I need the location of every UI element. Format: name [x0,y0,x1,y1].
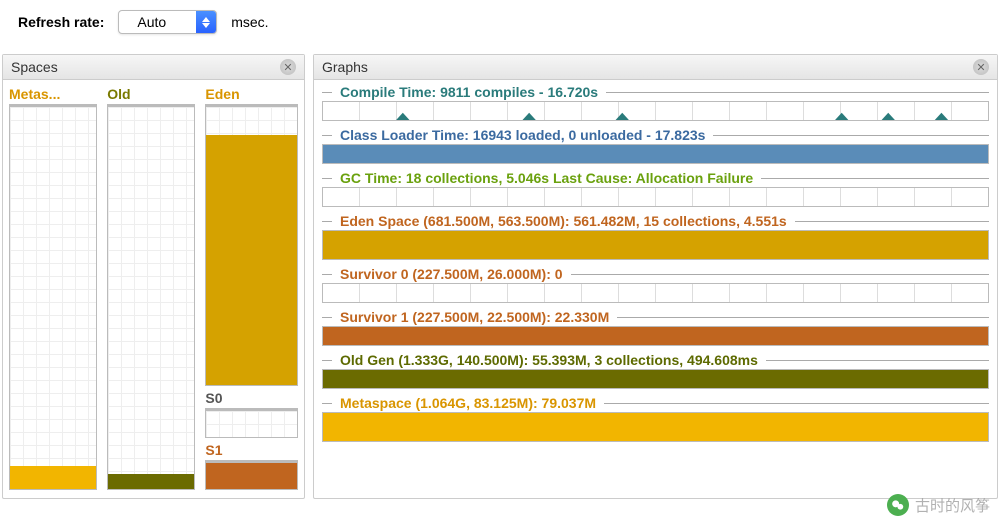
space-title-eden: Eden [205,86,298,106]
space-fill-metaspace [10,466,96,489]
spaces-panel-title: Spaces [11,59,58,75]
space-title-s0: S0 [205,390,298,410]
space-title-s1: S1 [205,442,298,462]
graph-bar-compile[interactable] [322,101,989,121]
space-fill-eden [206,135,297,385]
space-bar-s0[interactable] [205,410,298,438]
graphs-panel: Graphs ✕ Compile Time: 9811 compiles - 1… [313,54,998,499]
space-eden-stack: Eden S0 S1 [205,86,298,490]
refresh-rate-value: Auto [119,11,196,33]
spaces-panel: Spaces ✕ Metas... Old Eden [2,54,305,499]
graph-bar-classloader[interactable] [322,144,989,164]
graph-row-classloader: Class Loader Time: 16943 loaded, 0 unloa… [322,127,989,164]
dropdown-caret-icon [196,11,216,33]
spaces-panel-header: Spaces ✕ [3,55,304,80]
graphs-panel-header: Graphs ✕ [314,55,997,80]
graph-bar-s1[interactable] [322,326,989,346]
space-bar-old[interactable] [107,106,195,490]
space-metaspace: Metas... [9,86,97,490]
space-fill-s1 [206,463,297,489]
close-icon[interactable]: ✕ [973,59,989,75]
graph-bar-metaspace[interactable] [322,412,989,442]
toolbar: Refresh rate: Auto msec. [0,0,1000,54]
graph-caption-oldgen: Old Gen (1.333G, 140.500M): 55.393M, 3 c… [322,352,989,368]
space-bar-s1[interactable] [205,462,298,490]
graph-caption-metaspace: Metaspace (1.064G, 83.125M): 79.037M [322,395,989,411]
space-fill-old [108,474,194,489]
space-bar-metaspace[interactable] [9,106,97,490]
space-bar-eden[interactable] [205,106,298,386]
graph-bar-eden[interactable] [322,230,989,260]
graph-caption-classloader: Class Loader Time: 16943 loaded, 0 unloa… [322,127,989,143]
space-title-metaspace: Metas... [9,86,97,106]
refresh-rate-select[interactable]: Auto [118,10,217,34]
space-old: Old [107,86,195,490]
graph-row-compile: Compile Time: 9811 compiles - 16.720s [322,84,989,121]
graph-row-oldgen: Old Gen (1.333G, 140.500M): 55.393M, 3 c… [322,352,989,389]
graph-row-eden: Eden Space (681.500M, 563.500M): 561.482… [322,213,989,260]
refresh-rate-unit: msec. [231,14,268,30]
graph-bar-oldgen[interactable] [322,369,989,389]
graph-bar-gc[interactable] [322,187,989,207]
graph-row-s1: Survivor 1 (227.500M, 22.500M): 22.330M [322,309,989,346]
graph-caption-compile: Compile Time: 9811 compiles - 16.720s [322,84,989,100]
graphs-panel-title: Graphs [322,59,368,75]
graphs-body: Compile Time: 9811 compiles - 16.720s Cla… [314,80,997,448]
graph-caption-s1: Survivor 1 (227.500M, 22.500M): 22.330M [322,309,989,325]
graph-caption-gc: GC Time: 18 collections, 5.046s Last Cau… [322,170,989,186]
graph-caption-s0: Survivor 0 (227.500M, 26.000M): 0 [322,266,989,282]
spaces-body: Metas... Old Eden [3,80,304,498]
graph-row-gc: GC Time: 18 collections, 5.046s Last Cau… [322,170,989,207]
graph-caption-eden: Eden Space (681.500M, 563.500M): 561.482… [322,213,989,229]
graph-bar-s0[interactable] [322,283,989,303]
graph-row-s0: Survivor 0 (227.500M, 26.000M): 0 [322,266,989,303]
refresh-rate-label: Refresh rate: [18,14,104,30]
space-title-old: Old [107,86,195,106]
graph-row-metaspace: Metaspace (1.064G, 83.125M): 79.037M [322,395,989,442]
close-icon[interactable]: ✕ [280,59,296,75]
